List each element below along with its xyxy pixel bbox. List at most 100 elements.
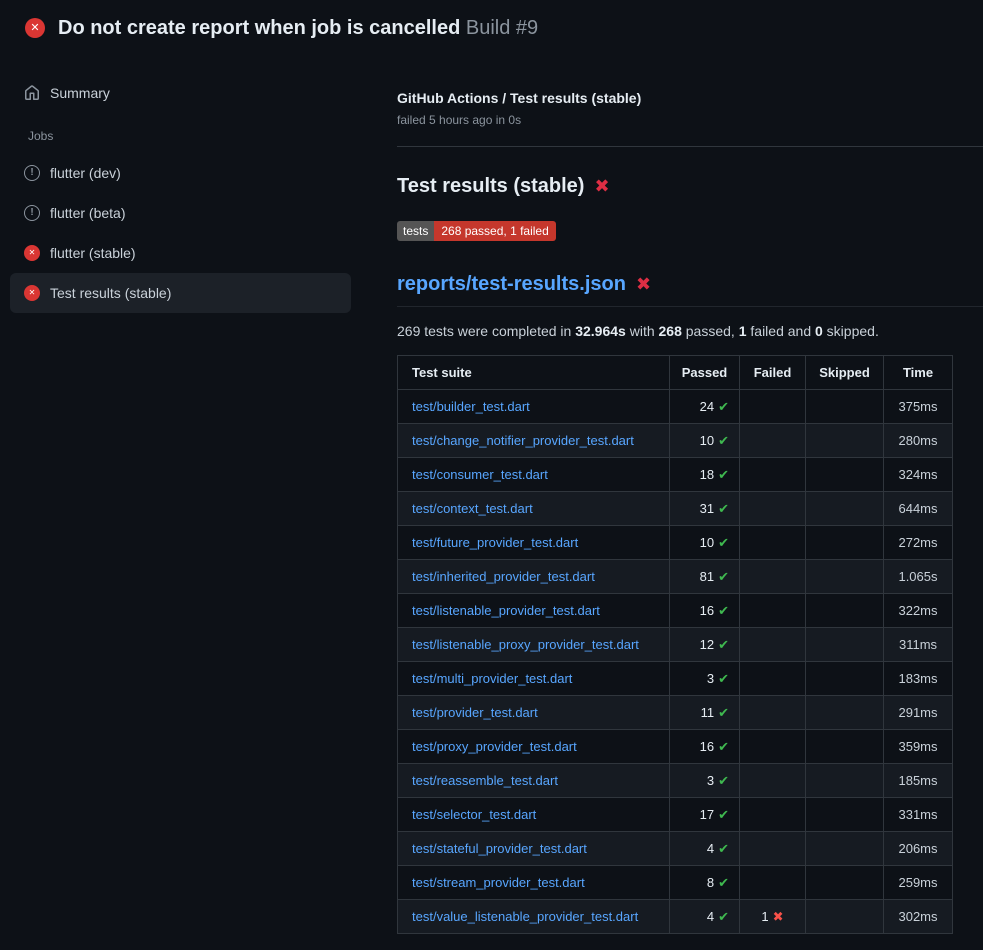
failed-cell: [740, 458, 806, 492]
skipped-cell: [806, 458, 884, 492]
passed-count: 3: [707, 773, 714, 788]
col-header-time: Time: [884, 356, 953, 390]
suite-cell: test/stateful_provider_test.dart: [398, 832, 670, 866]
failed-cell: [740, 764, 806, 798]
failed-cell: [740, 662, 806, 696]
breadcrumb[interactable]: GitHub Actions / Test results (stable): [397, 88, 983, 108]
col-header-failed: Failed: [740, 356, 806, 390]
skipped-cell: [806, 764, 884, 798]
summary-skipped-count: 0: [815, 323, 823, 339]
suite-cell: test/value_listenable_provider_test.dart: [398, 900, 670, 934]
sidebar-item-flutter-beta[interactable]: !flutter (beta): [10, 193, 351, 233]
neutral-status-icon: !: [24, 165, 40, 181]
test-suite-link[interactable]: test/change_notifier_provider_test.dart: [412, 433, 634, 448]
check-icon: ✔: [718, 399, 729, 414]
results-table: Test suite Passed Failed Skipped Time te…: [397, 355, 953, 934]
neutral-status-icon: !: [24, 205, 40, 221]
suite-cell: test/multi_provider_test.dart: [398, 662, 670, 696]
passed-cell: 12✔: [670, 628, 740, 662]
time-cell: 259ms: [884, 866, 953, 900]
failed-cell: [740, 424, 806, 458]
test-suite-link[interactable]: test/provider_test.dart: [412, 705, 538, 720]
test-suite-link[interactable]: test/listenable_proxy_provider_test.dart: [412, 637, 639, 652]
passed-count: 4: [707, 909, 714, 924]
passed-count: 24: [700, 399, 714, 414]
layout: Summary Jobs ! flutter (dev) !flutter (bet…: [0, 56, 983, 934]
badge-label: tests: [397, 221, 434, 241]
test-suite-link[interactable]: test/stream_provider_test.dart: [412, 875, 585, 890]
passed-cell: 18✔: [670, 458, 740, 492]
check-icon: ✔: [718, 705, 729, 720]
test-suite-link[interactable]: test/builder_test.dart: [412, 399, 530, 414]
summary-text: failed and: [747, 323, 816, 339]
home-icon: [24, 85, 40, 101]
check-icon: ✔: [718, 569, 729, 584]
test-suite-link[interactable]: test/context_test.dart: [412, 501, 533, 516]
skipped-cell: [806, 662, 884, 696]
test-suite-link[interactable]: test/reassemble_test.dart: [412, 773, 558, 788]
time-cell: 183ms: [884, 662, 953, 696]
test-suite-link[interactable]: test/proxy_provider_test.dart: [412, 739, 577, 754]
time-cell: 375ms: [884, 390, 953, 424]
time-cell: 280ms: [884, 424, 953, 458]
time-cell: 324ms: [884, 458, 953, 492]
failed-cell: [740, 390, 806, 424]
suite-cell: test/inherited_provider_test.dart: [398, 560, 670, 594]
skipped-cell: [806, 492, 884, 526]
failed-cell: [740, 492, 806, 526]
jobs-list: ! flutter (dev) !flutter (beta)✕flutter (s…: [10, 153, 351, 313]
suite-cell: test/listenable_proxy_provider_test.dart: [398, 628, 670, 662]
table-header-row: Test suite Passed Failed Skipped Time: [398, 356, 953, 390]
summary-passed-count: 268: [659, 323, 682, 339]
passed-cell: 24 ✔: [670, 390, 740, 424]
passed-count: 10: [700, 433, 714, 448]
test-suite-link[interactable]: test/multi_provider_test.dart: [412, 671, 572, 686]
time-cell: 644ms: [884, 492, 953, 526]
table-row: test/listenable_provider_test.dart16✔322…: [398, 594, 953, 628]
sidebar-item-test-results-stable[interactable]: ✕Test results (stable): [10, 273, 351, 313]
test-suite-link[interactable]: test/consumer_test.dart: [412, 467, 548, 482]
passed-cell: 11✔: [670, 696, 740, 730]
time-cell: 302ms: [884, 900, 953, 934]
skipped-cell: [806, 560, 884, 594]
page: ✕ Do not create report when job is cance…: [0, 0, 983, 934]
jobs-heading: Jobs: [28, 129, 351, 143]
table-row: test/provider_test.dart11✔291ms: [398, 696, 953, 730]
table-row: test/builder_test.dart 24 ✔ 375ms: [398, 390, 953, 424]
summary-duration: 32.964s: [575, 323, 626, 339]
job-label: flutter (dev): [50, 165, 121, 181]
time-cell: 311ms: [884, 628, 953, 662]
check-icon: ✔: [718, 433, 729, 448]
skipped-cell: [806, 730, 884, 764]
test-suite-link[interactable]: test/selector_test.dart: [412, 807, 536, 822]
failed-count: 1: [761, 909, 768, 924]
test-suite-link[interactable]: test/value_listenable_provider_test.dart: [412, 909, 638, 924]
sidebar-item-summary[interactable]: Summary: [10, 73, 351, 113]
passed-count: 17: [700, 807, 714, 822]
passed-count: 16: [700, 739, 714, 754]
summary-text: skipped.: [823, 323, 879, 339]
passed-cell: 31✔: [670, 492, 740, 526]
table-row: test/listenable_proxy_provider_test.dart…: [398, 628, 953, 662]
failed-cell: [740, 730, 806, 764]
test-suite-link[interactable]: test/future_provider_test.dart: [412, 535, 578, 550]
skipped-cell: [806, 900, 884, 934]
col-header-skipped: Skipped: [806, 356, 884, 390]
sidebar-item-flutter-dev[interactable]: ! flutter (dev): [10, 153, 351, 193]
suite-cell: test/proxy_provider_test.dart: [398, 730, 670, 764]
test-suite-link[interactable]: test/stateful_provider_test.dart: [412, 841, 587, 856]
suite-cell: test/reassemble_test.dart: [398, 764, 670, 798]
passed-cell: 4✔: [670, 832, 740, 866]
check-icon: ✔: [718, 467, 729, 482]
failed-cell: [740, 866, 806, 900]
table-row: test/stateful_provider_test.dart4✔206ms: [398, 832, 953, 866]
sidebar-item-flutter-stable[interactable]: ✕flutter (stable): [10, 233, 351, 273]
run-header: ✕ Do not create report when job is cance…: [0, 0, 983, 56]
time-cell: 359ms: [884, 730, 953, 764]
test-suite-link[interactable]: test/listenable_provider_test.dart: [412, 603, 600, 618]
test-suite-link[interactable]: test/inherited_provider_test.dart: [412, 569, 595, 584]
sidebar: Summary Jobs ! flutter (dev) !flutter (bet…: [10, 56, 351, 313]
tests-summary: 269 tests were completed in 32.964s with…: [397, 323, 983, 339]
report-link[interactable]: reports/test-results.json: [397, 271, 626, 297]
passed-cell: 3✔: [670, 764, 740, 798]
